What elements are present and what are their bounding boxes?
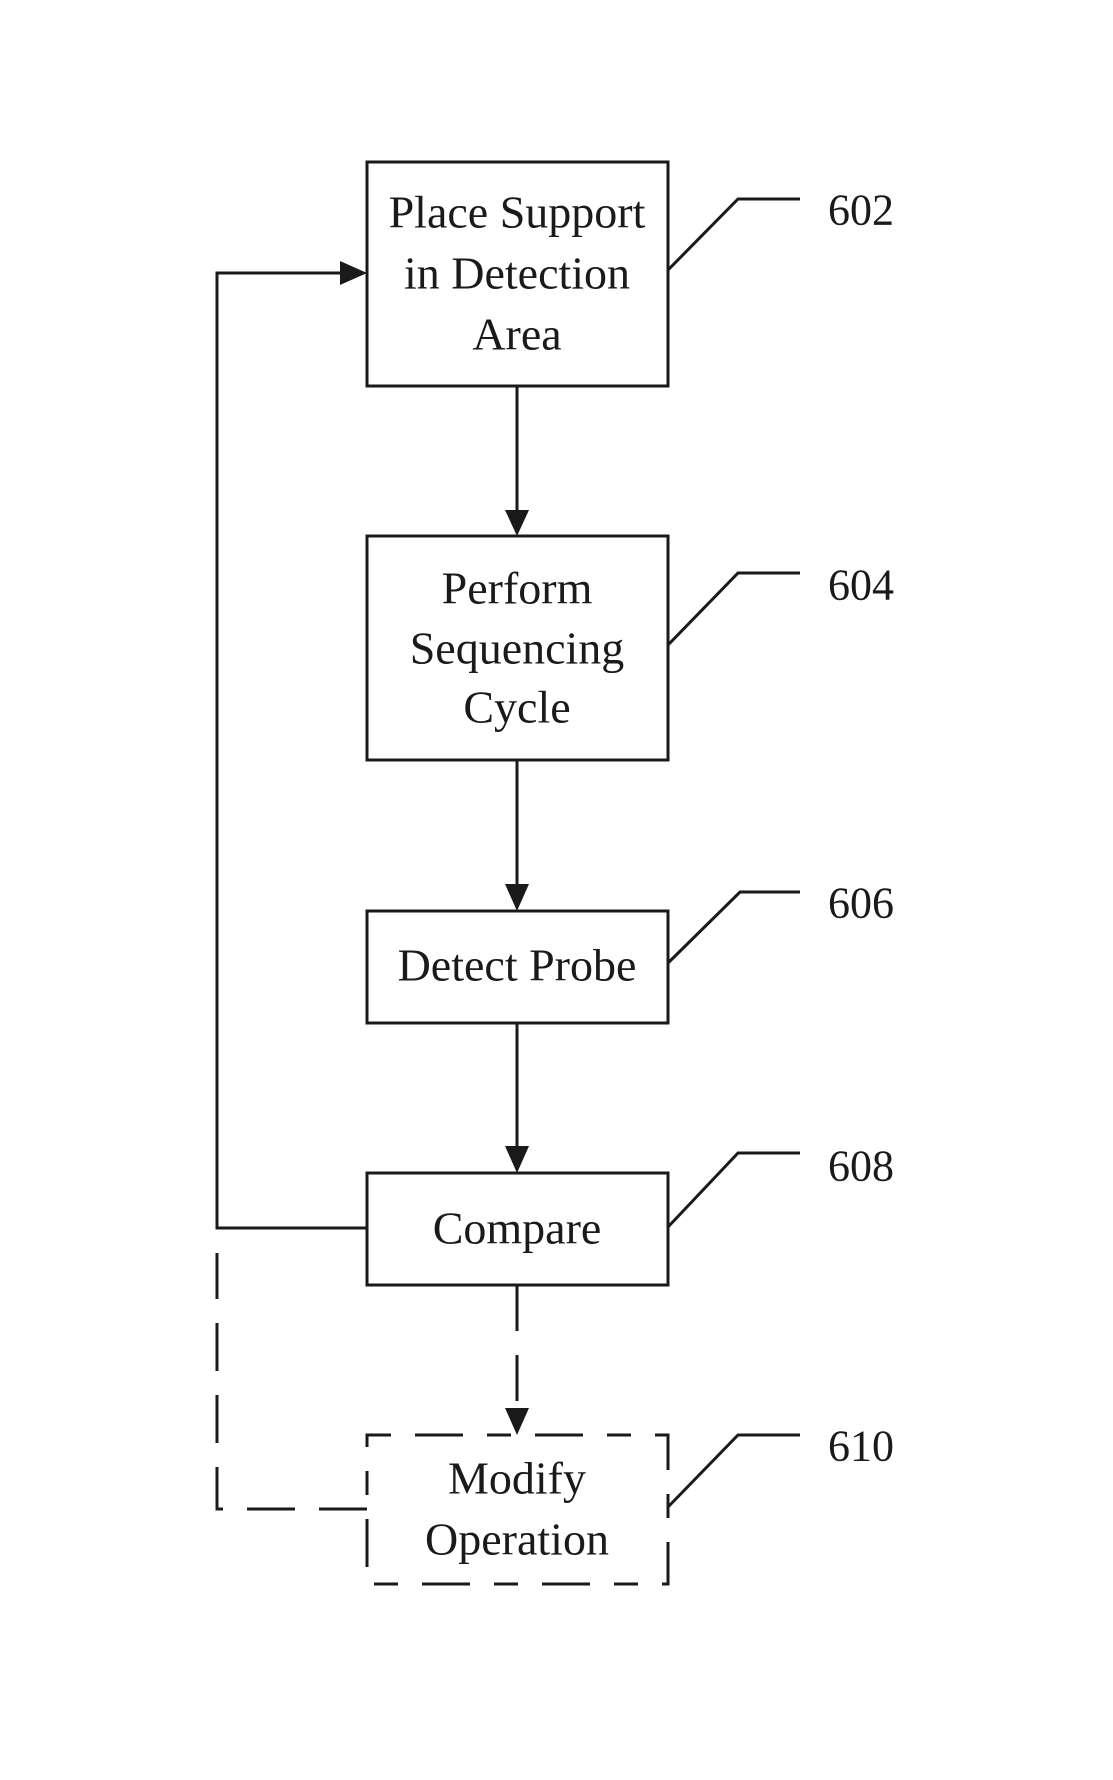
step-604-line-1: Perform <box>442 563 593 614</box>
step-610: Modify Operation <box>365 1433 670 1586</box>
leader-line-606 <box>666 890 800 965</box>
step-602: Place Support in Detection Area <box>365 160 670 388</box>
ref-label-606: 606 <box>828 879 894 928</box>
step-602-line-3: Area <box>472 309 561 360</box>
step-604-line-2: Sequencing <box>410 623 625 674</box>
step-602-line-1: Place Support <box>389 187 646 238</box>
arrowhead-into-602 <box>340 261 367 285</box>
ref-label-608: 608 <box>828 1142 894 1191</box>
dashed-feedback-line-610 <box>215 1253 367 1511</box>
step-610-line-1: Modify <box>448 1453 586 1504</box>
leader-line-604 <box>666 571 800 647</box>
arrowhead-into-604 <box>505 510 529 536</box>
ref-label-602: 602 <box>828 186 894 235</box>
arrowhead-into-606 <box>505 884 529 911</box>
ref-label-604: 604 <box>828 561 894 610</box>
step-602-line-2: in Detection <box>404 248 630 299</box>
leader-line-602 <box>666 197 800 272</box>
step-608-line-1: Compare <box>433 1203 602 1254</box>
ref-label-610: 610 <box>828 1422 894 1471</box>
step-606: Detect Probe <box>365 909 670 1025</box>
step-610-line-2: Operation <box>425 1514 609 1565</box>
step-604-line-3: Cycle <box>463 682 570 733</box>
flowchart-diagram: Place Support in Detection Area Perform … <box>215 160 894 1586</box>
arrowhead-into-608 <box>505 1146 529 1173</box>
leader-line-608 <box>666 1151 800 1229</box>
step-606-line-1: Detect Probe <box>398 940 637 991</box>
feedback-line-608-to-602 <box>215 271 367 1230</box>
leader-line-610 <box>666 1433 800 1509</box>
step-604: Perform Sequencing Cycle <box>365 534 670 762</box>
step-608: Compare <box>365 1171 670 1287</box>
arrowhead-into-610 <box>505 1408 529 1435</box>
